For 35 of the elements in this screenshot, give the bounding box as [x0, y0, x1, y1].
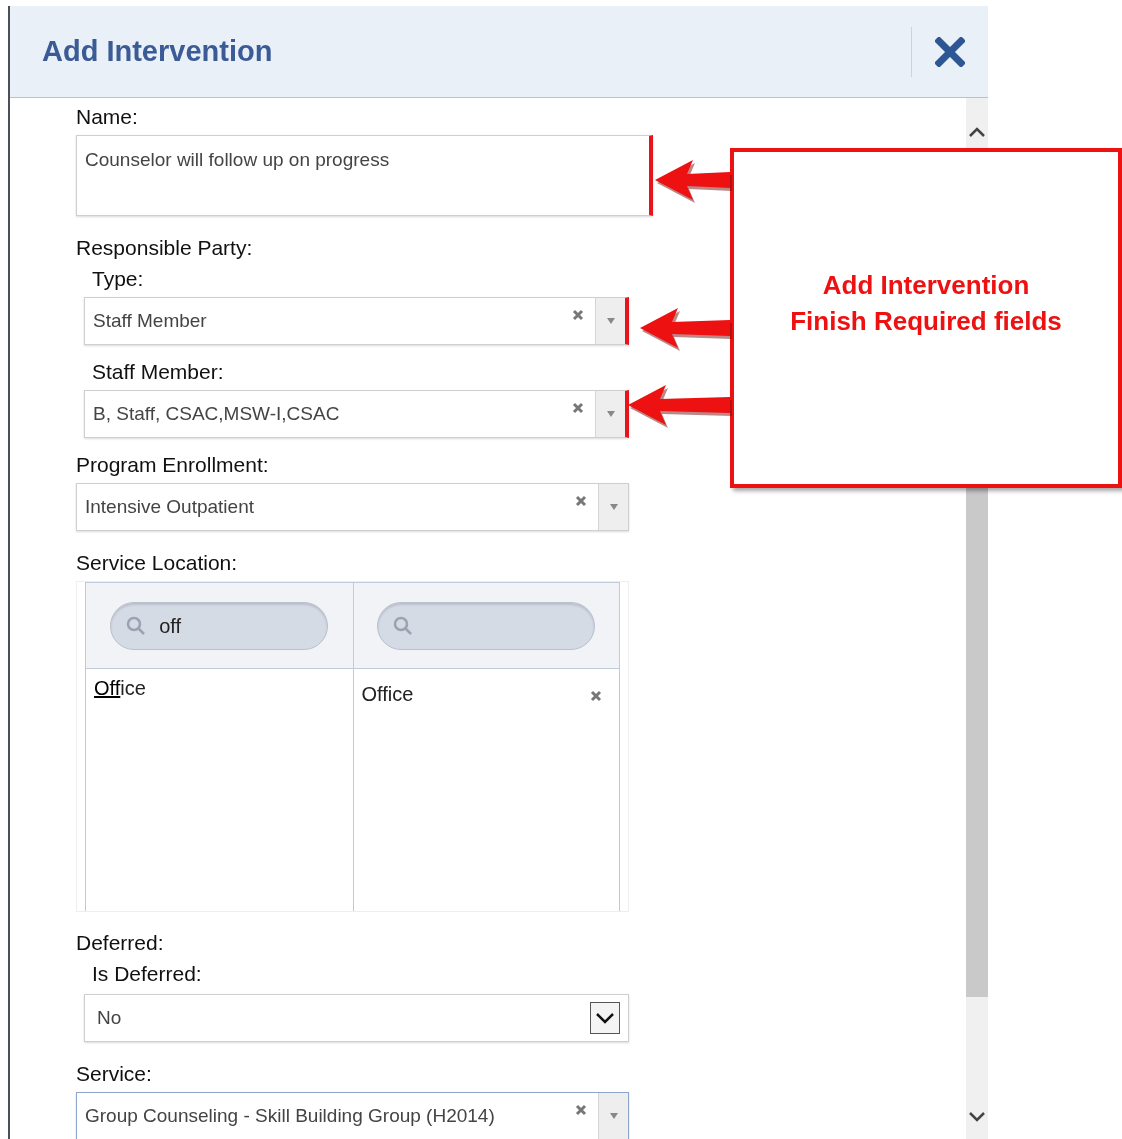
field-label: Service:: [76, 1061, 152, 1087]
dialog-title: Add Intervention: [42, 33, 274, 69]
combo-field[interactable]: Staff Member: [84, 297, 629, 346]
selected-item[interactable]: Office: [361, 679, 589, 710]
field-label: Service Location:: [76, 550, 238, 576]
callout-text: Add Intervention: [822, 268, 1030, 302]
close-icon: [935, 36, 965, 67]
clear-icon[interactable]: [571, 308, 585, 323]
callout-text: Finish Required fields: [790, 305, 1062, 338]
dropdown-icon: [605, 410, 616, 419]
combo-field[interactable]: Intensive Outpatient: [76, 483, 629, 532]
dropdown-icon: [608, 1112, 619, 1121]
field-label: Staff Member:: [92, 359, 224, 385]
clear-icon[interactable]: [571, 401, 585, 416]
field-label: Name:: [76, 104, 138, 130]
field-label: Program Enrollment:: [76, 452, 269, 478]
combo-field[interactable]: B, Staff, CSAC,MSW-I,CSAC: [84, 390, 629, 439]
scroll-down-icon[interactable]: [968, 1111, 986, 1123]
search-field[interactable]: off: [110, 601, 329, 650]
field-label: Deferred:: [76, 930, 164, 956]
search-field[interactable]: [377, 601, 596, 650]
field-label: Is Deferred:: [92, 961, 202, 987]
clear-icon[interactable]: [574, 494, 588, 509]
field-label: Type:: [92, 266, 144, 292]
name-field[interactable]: Counselor will follow up on progress: [76, 135, 653, 216]
list-option[interactable]: Office: [94, 673, 146, 704]
clear-icon[interactable]: [589, 688, 603, 703]
chevron-down-icon: [595, 1011, 615, 1026]
scroll-up-icon[interactable]: [968, 126, 986, 138]
combo-field[interactable]: Group Counseling - Skill Building Group (H2014): [76, 1092, 629, 1139]
dropdown-field[interactable]: No: [84, 994, 629, 1043]
field-label: Responsible Party:: [76, 235, 253, 261]
dropdown-icon: [608, 503, 619, 512]
clear-icon[interactable]: [574, 1103, 588, 1118]
dropdown-icon: [605, 317, 616, 326]
